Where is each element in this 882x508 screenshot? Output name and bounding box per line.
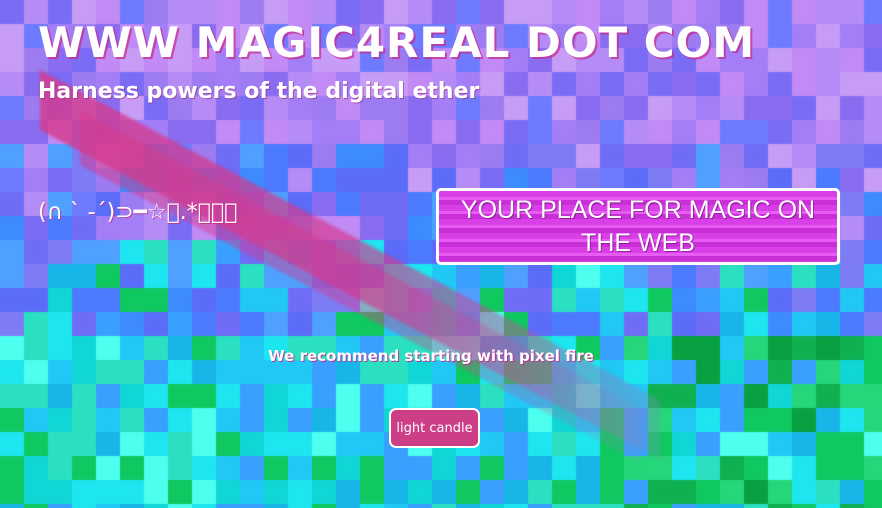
wizard-kaomoji: (∩ ` -´)⊃━☆ﾟ.*･｡ﾟ	[38, 200, 238, 225]
light-candle-button[interactable]: light candle	[389, 408, 480, 448]
site-title: WWW MAGIC4REAL DOT COM	[38, 18, 756, 67]
banner-text: YOUR PLACE FOR MAGIC ON THE WEB	[460, 195, 816, 257]
recommendation-text: We recommend starting with pixel fire	[268, 347, 594, 365]
magic-banner: YOUR PLACE FOR MAGIC ON THE WEB	[436, 188, 840, 265]
site-tagline: Harness powers of the digital ether	[38, 79, 480, 104]
